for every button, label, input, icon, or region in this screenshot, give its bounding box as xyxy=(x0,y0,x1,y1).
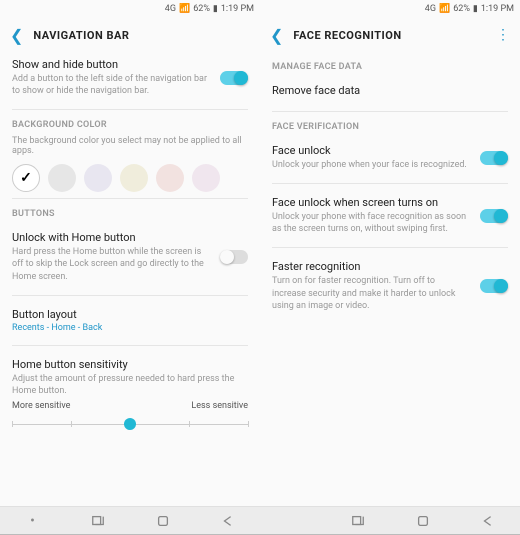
bg-color-info: The background color you select may not … xyxy=(12,136,248,156)
toggle-faster-recognition[interactable] xyxy=(480,279,508,293)
item-face-unlock-screen-on[interactable]: Face unlock when screen turns on Unlock … xyxy=(272,190,508,241)
signal-icon: 📶 xyxy=(179,4,190,14)
app-bar: ❮ FACE RECOGNITION ⋮ xyxy=(260,18,520,52)
item-title: Unlock with Home button xyxy=(12,231,248,244)
divider xyxy=(272,111,508,112)
item-desc: Hard press the Home button while the scr… xyxy=(12,246,248,282)
navigation-bar: • xyxy=(0,506,260,534)
battery-shape-icon: ▮ xyxy=(473,4,478,14)
check-icon: ✓ xyxy=(20,170,32,186)
divider xyxy=(272,247,508,248)
slider-labels: More sensitive Less sensitive xyxy=(12,401,248,411)
network-icon: 4G xyxy=(165,4,176,14)
label-more-sensitive: More sensitive xyxy=(12,401,70,411)
color-swatches: ✓ xyxy=(12,164,248,192)
divider xyxy=(12,345,248,346)
item-title: Face unlock when screen turns on xyxy=(272,196,508,209)
item-desc: Adjust the amount of pressure needed to … xyxy=(12,373,248,397)
divider xyxy=(12,109,248,110)
color-blush[interactable] xyxy=(156,164,184,192)
status-bar: 4G 📶 62% ▮ 1:19 PM xyxy=(260,0,520,18)
battery-shape-icon: ▮ xyxy=(213,4,218,14)
section-face-verification: FACE VERIFICATION xyxy=(272,122,508,132)
item-button-layout[interactable]: Button layout Recents - Home - Back xyxy=(12,302,248,339)
item-title: Remove face data xyxy=(272,84,508,97)
color-cream[interactable] xyxy=(120,164,148,192)
back-nav-button[interactable] xyxy=(474,507,502,535)
sensitivity-slider[interactable] xyxy=(12,417,248,431)
item-desc: Unlock your phone with face recognition … xyxy=(272,211,508,235)
app-bar: ❮ NAVIGATION BAR xyxy=(0,18,260,52)
divider xyxy=(272,183,508,184)
section-background-color: BACKGROUND COLOR xyxy=(12,120,248,130)
item-face-unlock[interactable]: Face unlock Unlock your phone when your … xyxy=(272,138,508,177)
color-pink[interactable] xyxy=(192,164,220,192)
home-button[interactable] xyxy=(409,507,437,535)
section-manage-face-data: MANAGE FACE DATA xyxy=(272,62,508,72)
recents-button[interactable] xyxy=(84,507,112,535)
page-title: NAVIGATION BAR xyxy=(33,29,129,42)
toggle-show-hide[interactable] xyxy=(220,71,248,85)
color-white[interactable]: ✓ xyxy=(12,164,40,192)
item-title: Home button sensitivity xyxy=(12,358,248,371)
phone-navigation-bar: 4G 📶 62% ▮ 1:19 PM ❮ NAVIGATION BAR Show… xyxy=(0,0,260,534)
battery-icon: 62% xyxy=(453,4,470,14)
item-desc: Turn on for faster recognition. Turn off… xyxy=(272,275,508,311)
more-menu-button[interactable]: ⋮ xyxy=(496,27,510,43)
home-button[interactable] xyxy=(149,507,177,535)
divider xyxy=(12,198,248,199)
toggle-screen-on[interactable] xyxy=(480,209,508,223)
divider xyxy=(12,295,248,296)
network-icon: 4G xyxy=(425,4,436,14)
item-unlock-home[interactable]: Unlock with Home button Hard press the H… xyxy=(12,225,248,288)
item-title: Face unlock xyxy=(272,144,508,157)
item-home-sensitivity: Home button sensitivity Adjust the amoun… xyxy=(12,352,248,451)
status-bar: 4G 📶 62% ▮ 1:19 PM xyxy=(0,0,260,18)
back-button[interactable]: ❮ xyxy=(10,26,23,45)
show-hide-nav-button[interactable]: • xyxy=(19,507,47,535)
toggle-unlock-home[interactable] xyxy=(220,250,248,264)
item-title: Show and hide button xyxy=(12,58,248,71)
content-scroll[interactable]: Show and hide button Add a button to the… xyxy=(0,52,260,506)
recents-button[interactable] xyxy=(344,507,372,535)
color-lavender[interactable] xyxy=(84,164,112,192)
signal-icon: 📶 xyxy=(439,4,450,14)
item-remove-face-data[interactable]: Remove face data xyxy=(272,78,508,105)
slider-thumb[interactable] xyxy=(124,418,136,430)
toggle-face-unlock[interactable] xyxy=(480,151,508,165)
page-title: FACE RECOGNITION xyxy=(293,29,401,42)
content-scroll[interactable]: MANAGE FACE DATA Remove face data FACE V… xyxy=(260,52,520,506)
battery-icon: 62% xyxy=(193,4,210,14)
item-faster-recognition[interactable]: Faster recognition Turn on for faster re… xyxy=(272,254,508,317)
item-show-hide-button[interactable]: Show and hide button Add a button to the… xyxy=(12,52,248,103)
back-button[interactable]: ❮ xyxy=(270,26,283,45)
status-time: 1:19 PM xyxy=(221,4,254,14)
back-nav-button[interactable] xyxy=(214,507,242,535)
section-buttons: BUTTONS xyxy=(12,209,248,219)
layout-value: Recents - Home - Back xyxy=(12,323,248,333)
label-less-sensitive: Less sensitive xyxy=(191,401,248,411)
item-title: Button layout xyxy=(12,308,248,321)
status-time: 1:19 PM xyxy=(481,4,514,14)
color-grey[interactable] xyxy=(48,164,76,192)
item-title: Faster recognition xyxy=(272,260,508,273)
phone-face-recognition: 4G 📶 62% ▮ 1:19 PM ❮ FACE RECOGNITION ⋮ … xyxy=(260,0,520,534)
item-desc: Add a button to the left side of the nav… xyxy=(12,73,248,97)
navigation-bar xyxy=(260,506,520,534)
item-desc: Unlock your phone when your face is reco… xyxy=(272,159,508,171)
